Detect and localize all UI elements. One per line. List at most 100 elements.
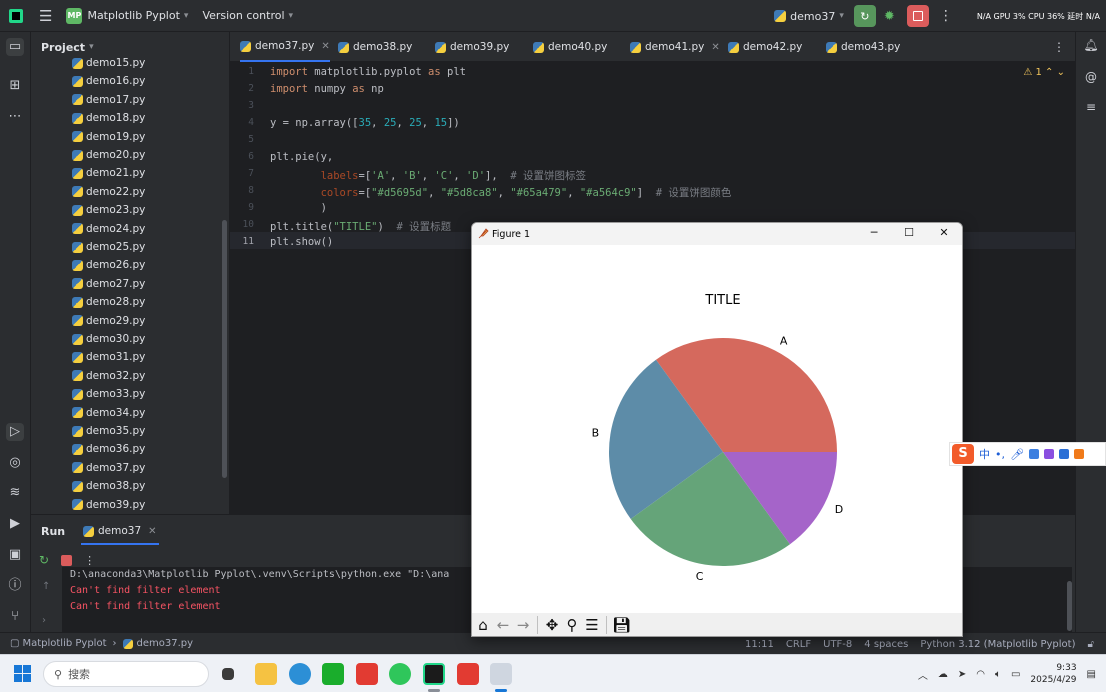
python-figure-taskbar-icon[interactable] bbox=[490, 663, 512, 685]
file-tree-item[interactable]: demo16.py bbox=[72, 72, 145, 90]
task-view-icon[interactable] bbox=[222, 668, 234, 680]
battery-icon[interactable]: ▭ bbox=[1011, 669, 1020, 680]
lock-icon[interactable]: 🔓︎ bbox=[1088, 639, 1094, 650]
structure-icon[interactable]: ⊞ bbox=[6, 77, 24, 95]
file-tree-item[interactable]: demo33.py bbox=[72, 385, 145, 403]
windows-start-icon[interactable] bbox=[14, 665, 31, 682]
file-tree-item[interactable]: demo22.py bbox=[72, 183, 145, 201]
main-menu-icon[interactable]: ☰ bbox=[39, 7, 52, 25]
close-icon[interactable]: ✕ bbox=[148, 526, 156, 537]
rerun-icon[interactable]: ↻ bbox=[39, 553, 49, 567]
terminal-icon[interactable]: ▣ bbox=[6, 546, 24, 564]
file-tree-item[interactable]: demo18.py bbox=[72, 109, 145, 127]
stop-button[interactable] bbox=[906, 5, 929, 27]
rerun-button[interactable]: ↻ bbox=[853, 5, 876, 27]
edge-browser-icon[interactable] bbox=[289, 663, 311, 685]
wps-icon[interactable] bbox=[356, 663, 378, 685]
project-switcher[interactable]: Matplotlib Pyplot bbox=[87, 9, 179, 22]
maximize-button[interactable]: ☐ bbox=[892, 226, 926, 242]
clock[interactable]: 9:33 2025/4/29 bbox=[1030, 662, 1076, 686]
configure-subplots-icon[interactable]: ☰ bbox=[583, 616, 601, 634]
ime-mode-label[interactable]: 中 bbox=[979, 446, 990, 462]
editor-tab[interactable]: demo43.py bbox=[826, 32, 900, 62]
file-tree-item[interactable]: demo20.py bbox=[72, 146, 145, 164]
inspection-warning-indicator[interactable]: ⚠ 1 ⌃ ⌄ bbox=[1023, 67, 1065, 78]
file-tree-item[interactable]: demo17.py bbox=[72, 91, 145, 109]
file-tree-item[interactable]: demo21.py bbox=[72, 164, 145, 182]
scroll-up-icon[interactable]: ↑ bbox=[42, 581, 50, 592]
breadcrumb-project[interactable]: Matplotlib Pyplot bbox=[22, 638, 106, 649]
punctuation-icon[interactable]: •, bbox=[995, 448, 1005, 461]
project-scrollbar[interactable] bbox=[222, 220, 227, 478]
file-tree-item[interactable]: demo19.py bbox=[72, 128, 145, 146]
breadcrumb-file[interactable]: demo37.py bbox=[137, 638, 194, 649]
store-icon[interactable] bbox=[322, 663, 344, 685]
editor-tab[interactable]: demo40.py bbox=[533, 32, 607, 62]
editor-tab[interactable]: demo39.py bbox=[435, 32, 509, 62]
forward-arrow-icon[interactable]: → bbox=[514, 616, 532, 634]
ai-assistant-icon[interactable]: @ bbox=[1083, 70, 1099, 86]
file-tree-item[interactable]: demo32.py bbox=[72, 367, 145, 385]
file-tree-item[interactable]: demo26.py bbox=[72, 256, 145, 274]
file-encoding[interactable]: UTF-8 bbox=[823, 639, 852, 650]
user-icon[interactable] bbox=[1073, 449, 1084, 459]
onedrive-icon[interactable]: ☁ bbox=[938, 669, 948, 680]
sogou-logo-icon[interactable]: S bbox=[952, 444, 974, 464]
volume-icon[interactable]: 🔈︎ bbox=[995, 669, 1001, 680]
keyboard-icon[interactable] bbox=[1028, 449, 1039, 459]
file-tree-item[interactable]: demo23.py bbox=[72, 201, 145, 219]
file-tree-item[interactable]: demo24.py bbox=[72, 220, 145, 238]
pan-icon[interactable]: ✥ bbox=[543, 616, 561, 634]
file-tree-item[interactable]: demo39.py bbox=[72, 496, 145, 514]
more-actions-icon[interactable]: ⋮ bbox=[939, 8, 953, 24]
home-icon[interactable]: ⌂ bbox=[474, 616, 492, 634]
wps-office-icon[interactable] bbox=[457, 663, 479, 685]
chevron-up-icon[interactable]: ︿ bbox=[918, 667, 928, 682]
python-console-icon[interactable]: ◎ bbox=[6, 454, 24, 472]
close-window-button[interactable]: ✕ bbox=[927, 226, 961, 242]
chevron-down-icon[interactable]: ▾ bbox=[289, 11, 294, 21]
microphone-icon[interactable]: 🎤︎ bbox=[1010, 448, 1024, 461]
database-icon[interactable]: ≡ bbox=[1083, 100, 1099, 116]
python-interpreter[interactable]: Python 3.12 (Matplotlib Pyplot) bbox=[920, 639, 1075, 650]
file-tree-item[interactable]: demo30.py bbox=[72, 330, 145, 348]
folder-icon[interactable]: ▭ bbox=[6, 38, 24, 56]
pycharm-taskbar-icon[interactable] bbox=[423, 663, 445, 685]
more-tabs-icon[interactable]: ⋮ bbox=[1053, 40, 1065, 54]
notification-center-icon[interactable]: ▤ bbox=[1087, 669, 1096, 680]
line-separator[interactable]: CRLF bbox=[786, 639, 811, 650]
file-tree-item[interactable]: demo25.py bbox=[72, 238, 145, 256]
run-configuration-selector[interactable]: demo37 ▾ bbox=[774, 10, 844, 23]
run-tool-icon[interactable]: ▷ bbox=[6, 423, 24, 441]
location-icon[interactable]: ➤ bbox=[958, 669, 966, 680]
wechat-icon[interactable] bbox=[389, 663, 411, 685]
more-tools-icon[interactable]: ⋯ bbox=[6, 108, 24, 126]
chevron-down-icon[interactable]: ▾ bbox=[184, 11, 189, 21]
editor-tab[interactable]: demo37.py ✕ bbox=[240, 32, 330, 62]
file-tree-item[interactable]: demo35.py bbox=[72, 422, 145, 440]
console-scrollbar[interactable] bbox=[1067, 581, 1072, 631]
file-tree-item[interactable]: demo28.py bbox=[72, 293, 145, 311]
close-icon[interactable]: ✕ bbox=[321, 41, 329, 52]
version-control-menu[interactable]: Version control bbox=[202, 9, 284, 22]
notifications-icon[interactable]: 🔔︎ bbox=[1083, 38, 1099, 54]
stop-icon[interactable] bbox=[61, 554, 73, 566]
indent-setting[interactable]: 4 spaces bbox=[864, 639, 908, 650]
git-icon[interactable]: ⑂ bbox=[6, 608, 24, 626]
more-actions-icon[interactable]: ⋮ bbox=[84, 554, 95, 567]
taskbar-search[interactable]: ⚲ 搜索 bbox=[43, 661, 209, 687]
zoom-icon[interactable]: ⚲ bbox=[563, 616, 581, 634]
file-tree-item[interactable]: demo27.py bbox=[72, 275, 145, 293]
services-icon[interactable]: ▶ bbox=[6, 515, 24, 533]
caret-position[interactable]: 11:11 bbox=[745, 639, 774, 650]
file-tree-item[interactable]: demo36.py bbox=[72, 440, 145, 458]
back-arrow-icon[interactable]: ← bbox=[494, 616, 512, 634]
editor-tab[interactable]: demo42.py bbox=[728, 32, 802, 62]
minimize-button[interactable]: ─ bbox=[857, 226, 891, 242]
file-tree-item[interactable]: demo15.py bbox=[72, 54, 145, 72]
close-icon[interactable]: ✕ bbox=[711, 42, 719, 53]
wifi-icon[interactable]: ◠ bbox=[976, 669, 985, 680]
editor-tab[interactable]: demo38.py bbox=[338, 32, 412, 62]
file-tree-item[interactable]: demo31.py bbox=[72, 348, 145, 366]
file-tree-item[interactable]: demo37.py bbox=[72, 459, 145, 477]
